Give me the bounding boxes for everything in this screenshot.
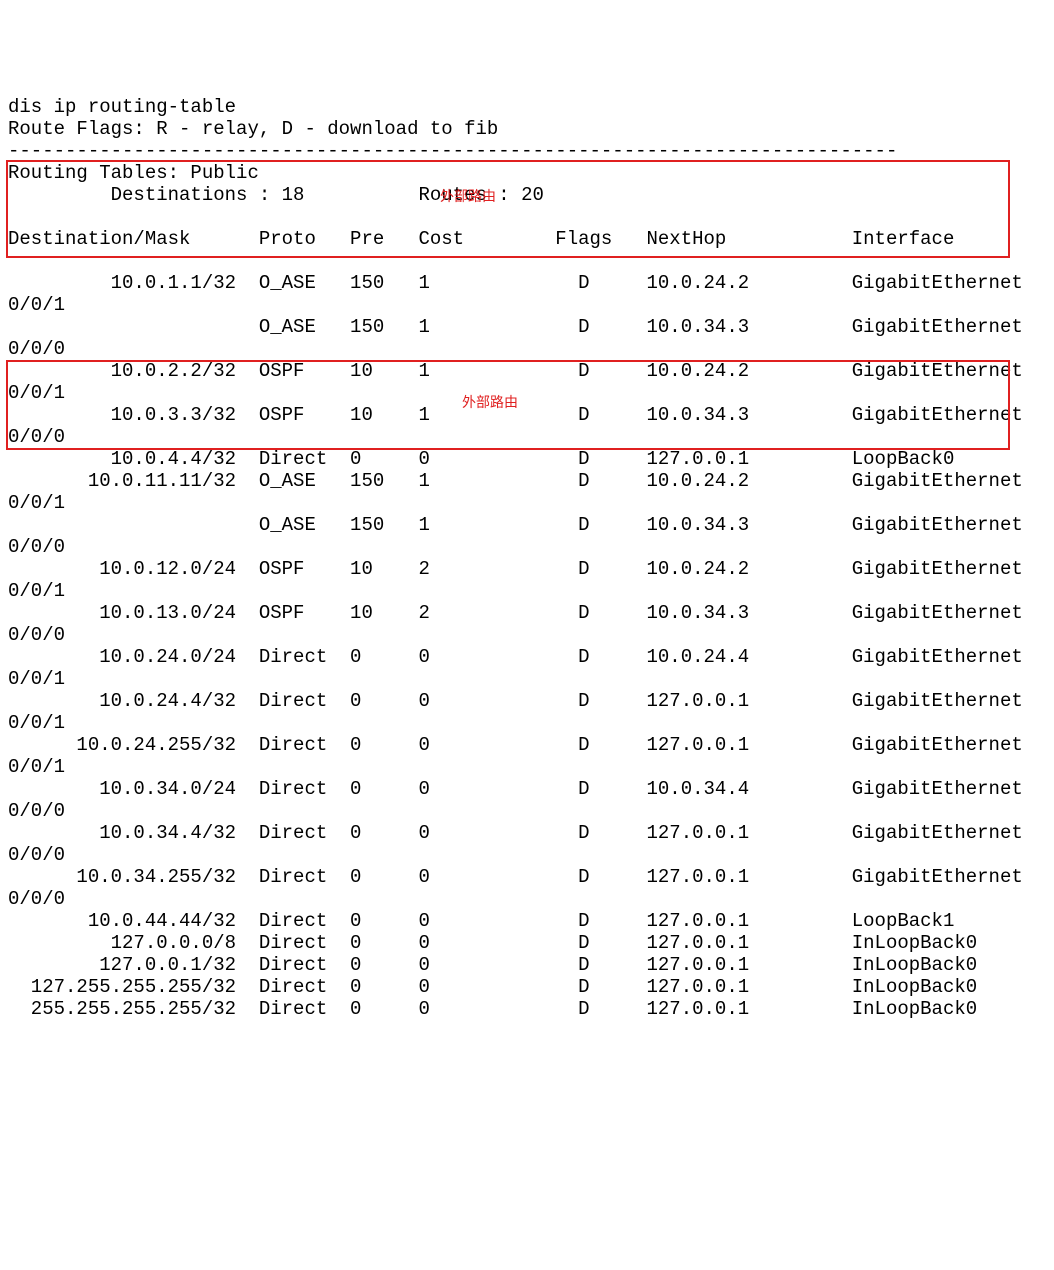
route-row-ifidx: 0/0/1 [8,756,65,778]
prompt-command: dis ip routing-table [8,96,236,118]
route-row: 10.0.44.44/32 Direct 0 0 D 127.0.0.1 Loo… [8,910,954,932]
route-row: O_ASE 150 1 D 10.0.34.3 GigabitEthernet [8,316,1023,338]
route-row: 127.0.0.0/8 Direct 0 0 D 127.0.0.1 InLoo… [8,932,977,954]
route-row-ifidx: 0/0/1 [8,712,65,734]
route-row-ifidx: 0/0/0 [8,800,65,822]
route-row-ifidx: 0/0/1 [8,668,65,690]
route-row: 10.0.1.1/32 O_ASE 150 1 D 10.0.24.2 Giga… [8,272,1023,294]
route-row: 10.0.4.4/32 Direct 0 0 D 127.0.0.1 LoopB… [8,448,954,470]
route-row: 10.0.34.255/32 Direct 0 0 D 127.0.0.1 Gi… [8,866,1023,888]
annotation-external-route-2: 外部路由 [462,392,518,412]
route-row-ifidx: 0/0/0 [8,888,65,910]
route-row: 255.255.255.255/32 Direct 0 0 D 127.0.0.… [8,998,977,1020]
route-flags-line: Route Flags: R - relay, D - download to … [8,118,498,140]
route-row: O_ASE 150 1 D 10.0.34.3 GigabitEthernet [8,514,1023,536]
routing-tables-line: Routing Tables: Public [8,162,259,184]
route-row-ifidx: 0/0/0 [8,844,65,866]
route-row: 127.0.0.1/32 Direct 0 0 D 127.0.0.1 InLo… [8,954,977,976]
route-row: 10.0.11.11/32 O_ASE 150 1 D 10.0.24.2 Gi… [8,470,1023,492]
route-row-ifidx: 0/0/1 [8,580,65,602]
divider: ----------------------------------------… [8,140,897,162]
table-header: Destination/Mask Proto Pre Cost Flags Ne… [8,228,954,250]
route-row: 10.0.24.255/32 Direct 0 0 D 127.0.0.1 Gi… [8,734,1023,756]
route-row: 10.0.24.0/24 Direct 0 0 D 10.0.24.4 Giga… [8,646,1023,668]
route-row: 10.0.12.0/24 OSPF 10 2 D 10.0.24.2 Gigab… [8,558,1023,580]
route-row: 10.0.34.0/24 Direct 0 0 D 10.0.34.4 Giga… [8,778,1023,800]
route-row: 10.0.13.0/24 OSPF 10 2 D 10.0.34.3 Gigab… [8,602,1023,624]
route-row-ifidx: 0/0/0 [8,624,65,646]
route-row: 10.0.34.4/32 Direct 0 0 D 127.0.0.1 Giga… [8,822,1023,844]
route-row: 127.255.255.255/32 Direct 0 0 D 127.0.0.… [8,976,977,998]
route-row-ifidx: 0/0/0 [8,338,65,360]
route-row-ifidx: 0/0/0 [8,536,65,558]
route-row-ifidx: 0/0/0 [8,426,65,448]
route-row-ifidx: 0/0/1 [8,492,65,514]
route-row: 10.0.24.4/32 Direct 0 0 D 127.0.0.1 Giga… [8,690,1023,712]
annotation-external-route-1: 外部路由 [440,186,496,206]
route-row-ifidx: 0/0/1 [8,294,65,316]
terminal-output: dis ip routing-tableRoute Flags: R - rel… [8,96,1046,1020]
route-row-ifidx: 0/0/1 [8,382,65,404]
route-row: 10.0.2.2/32 OSPF 10 1 D 10.0.24.2 Gigabi… [8,360,1023,382]
